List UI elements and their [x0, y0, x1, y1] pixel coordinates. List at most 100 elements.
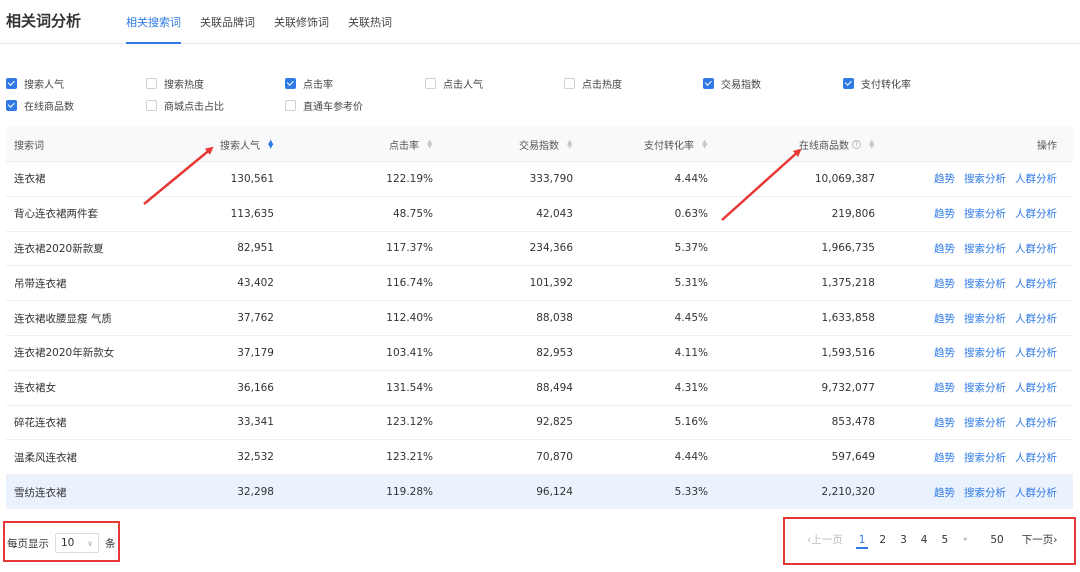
- search-analysis-link[interactable]: 搜索分析: [964, 345, 1006, 360]
- checkbox-icon: [146, 99, 157, 111]
- trend-link[interactable]: 趋势: [934, 171, 955, 186]
- trend-link[interactable]: 趋势: [934, 380, 955, 395]
- cell-trade-index: 234,366: [529, 242, 573, 255]
- header-payment-conversion[interactable]: 支付转化率 ▲ ▼: [644, 127, 708, 161]
- prev-page-label: 上一页: [811, 534, 843, 546]
- cell-click-rate: 103.41%: [386, 346, 433, 359]
- cell-search-term: 吊带连衣裙: [14, 277, 67, 290]
- page-size-select[interactable]: 10 ∨: [55, 533, 99, 553]
- search-analysis-link[interactable]: 搜索分析: [964, 415, 1006, 430]
- row-actions: 趋势 搜索分析 人群分析: [925, 440, 1057, 474]
- prev-page-button[interactable]: ‹上一页: [807, 532, 843, 547]
- page-number[interactable]: 1: [855, 534, 868, 549]
- header-label: 点击率: [389, 140, 419, 152]
- filter-click-rate[interactable]: 点击率: [285, 75, 333, 91]
- cell-click-rate: 123.12%: [386, 416, 433, 429]
- filter-payment-conversion[interactable]: 支付转化率: [843, 75, 911, 91]
- trend-link[interactable]: 趋势: [934, 206, 955, 221]
- filter-click-popularity[interactable]: 点击人气: [425, 75, 483, 91]
- search-analysis-link[interactable]: 搜索分析: [964, 276, 1006, 291]
- crowd-analysis-link[interactable]: 人群分析: [1015, 276, 1057, 291]
- checkbox-icon: [285, 77, 296, 89]
- cell-payment-conversion: 5.16%: [674, 416, 708, 429]
- crowd-analysis-link[interactable]: 人群分析: [1015, 485, 1057, 500]
- header-trade-index[interactable]: 交易指数 ▲ ▼: [519, 127, 573, 161]
- search-analysis-link[interactable]: 搜索分析: [964, 380, 1006, 395]
- filter-search-popularity[interactable]: 搜索人气: [6, 75, 64, 91]
- search-analysis-link[interactable]: 搜索分析: [964, 311, 1006, 326]
- row-actions: 趋势 搜索分析 人群分析: [925, 162, 1057, 196]
- page-number[interactable]: 2: [879, 534, 886, 546]
- header-actions: 操作: [1037, 140, 1057, 152]
- tab-related-search-terms[interactable]: 相关搜索词: [126, 0, 181, 44]
- cell-click-rate: 122.19%: [386, 172, 433, 185]
- table-body: 连衣裙 130,561 122.19% 333,790 4.44% 10,069,387 趋…: [6, 161, 1073, 509]
- crowd-analysis-link[interactable]: 人群分析: [1015, 345, 1057, 360]
- cell-click-rate: 116.74%: [386, 277, 433, 290]
- crowd-analysis-link[interactable]: 人群分析: [1015, 380, 1057, 395]
- header-label: 支付转化率: [644, 140, 694, 152]
- cell-payment-conversion: 5.31%: [674, 277, 708, 290]
- sort-icon[interactable]: ▲ ▼: [427, 139, 433, 150]
- header-label: 交易指数: [519, 140, 559, 152]
- filter-label: 点击热度: [582, 79, 622, 91]
- info-circle-icon[interactable]: ?: [852, 139, 861, 149]
- checkbox-icon: [703, 77, 714, 89]
- cell-search-popularity: 37,179: [237, 346, 274, 359]
- crowd-analysis-link[interactable]: 人群分析: [1015, 241, 1057, 256]
- search-analysis-link[interactable]: 搜索分析: [964, 485, 1006, 500]
- cell-search-popularity: 37,762: [237, 312, 274, 325]
- trend-link[interactable]: 趋势: [934, 276, 955, 291]
- crowd-analysis-link[interactable]: 人群分析: [1015, 171, 1057, 186]
- tab-related-hot-terms[interactable]: 关联热词: [348, 0, 392, 44]
- filter-search-heat[interactable]: 搜索热度: [146, 75, 204, 91]
- search-analysis-link[interactable]: 搜索分析: [964, 171, 1006, 186]
- cell-search-term: 温柔风连衣裙: [14, 451, 77, 464]
- sort-desc-icon[interactable]: ▲ ▼: [268, 139, 274, 150]
- search-analysis-link[interactable]: 搜索分析: [964, 241, 1006, 256]
- trend-link[interactable]: 趋势: [934, 450, 955, 465]
- next-page-button[interactable]: 下一页›: [1022, 532, 1058, 547]
- filter-trade-index[interactable]: 交易指数: [703, 75, 761, 91]
- trend-link[interactable]: 趋势: [934, 311, 955, 326]
- cell-search-popularity: 113,635: [230, 207, 274, 220]
- cell-online-items: 1,593,516: [821, 346, 875, 359]
- sort-icon[interactable]: ▲ ▼: [869, 139, 875, 150]
- cell-search-term: 连衣裙: [14, 173, 46, 186]
- sort-icon[interactable]: ▲ ▼: [702, 139, 708, 150]
- page-number[interactable]: 3: [900, 534, 907, 546]
- search-analysis-link[interactable]: 搜索分析: [964, 450, 1006, 465]
- trend-link[interactable]: 趋势: [934, 241, 955, 256]
- crowd-analysis-link[interactable]: 人群分析: [1015, 415, 1057, 430]
- header-search-popularity[interactable]: 搜索人气 ▲ ▼: [220, 127, 274, 161]
- page-number[interactable]: 4: [921, 534, 928, 546]
- filter-label: 直通车参考价: [303, 101, 363, 113]
- filter-mall-click-share[interactable]: 商城点击占比: [146, 97, 224, 113]
- cell-click-rate: 117.37%: [386, 242, 433, 255]
- cell-payment-conversion: 5.33%: [674, 486, 708, 499]
- sort-icon[interactable]: ▲ ▼: [567, 139, 573, 150]
- tab-related-brand-terms[interactable]: 关联品牌词: [200, 0, 255, 44]
- cell-trade-index: 101,392: [529, 277, 573, 290]
- filter-ztc-reference-price[interactable]: 直通车参考价: [285, 97, 363, 113]
- related-terms-table: 搜索词 搜索人气 ▲ ▼ 点击率 ▲ ▼ 交易指数 ▲ ▼ 支付转化率 ▲ ▼ 在线商品数? ▲ ▼…: [6, 127, 1073, 509]
- page-number[interactable]: 5: [941, 534, 948, 546]
- cell-payment-conversion: 4.44%: [674, 451, 708, 464]
- header-online-items[interactable]: 在线商品数? ▲ ▼: [799, 127, 875, 161]
- trend-link[interactable]: 趋势: [934, 415, 955, 430]
- header-click-rate[interactable]: 点击率 ▲ ▼: [389, 127, 433, 161]
- table-row: 连衣裙收腰显瘦 气质 37,762 112.40% 88,038 4.45% 1,633,…: [6, 300, 1073, 335]
- filter-click-heat[interactable]: 点击热度: [564, 75, 622, 91]
- page-number-last[interactable]: 50: [990, 534, 1003, 546]
- crowd-analysis-link[interactable]: 人群分析: [1015, 450, 1057, 465]
- cell-trade-index: 333,790: [529, 172, 573, 185]
- header-label: 在线商品数: [799, 140, 849, 152]
- trend-link[interactable]: 趋势: [934, 485, 955, 500]
- crowd-analysis-link[interactable]: 人群分析: [1015, 311, 1057, 326]
- cell-search-term: 背心连衣裙两件套: [14, 208, 98, 221]
- crowd-analysis-link[interactable]: 人群分析: [1015, 206, 1057, 221]
- search-analysis-link[interactable]: 搜索分析: [964, 206, 1006, 221]
- filter-online-items[interactable]: 在线商品数: [6, 97, 74, 113]
- tab-related-modifier-terms[interactable]: 关联修饰词: [274, 0, 329, 44]
- trend-link[interactable]: 趋势: [934, 345, 955, 360]
